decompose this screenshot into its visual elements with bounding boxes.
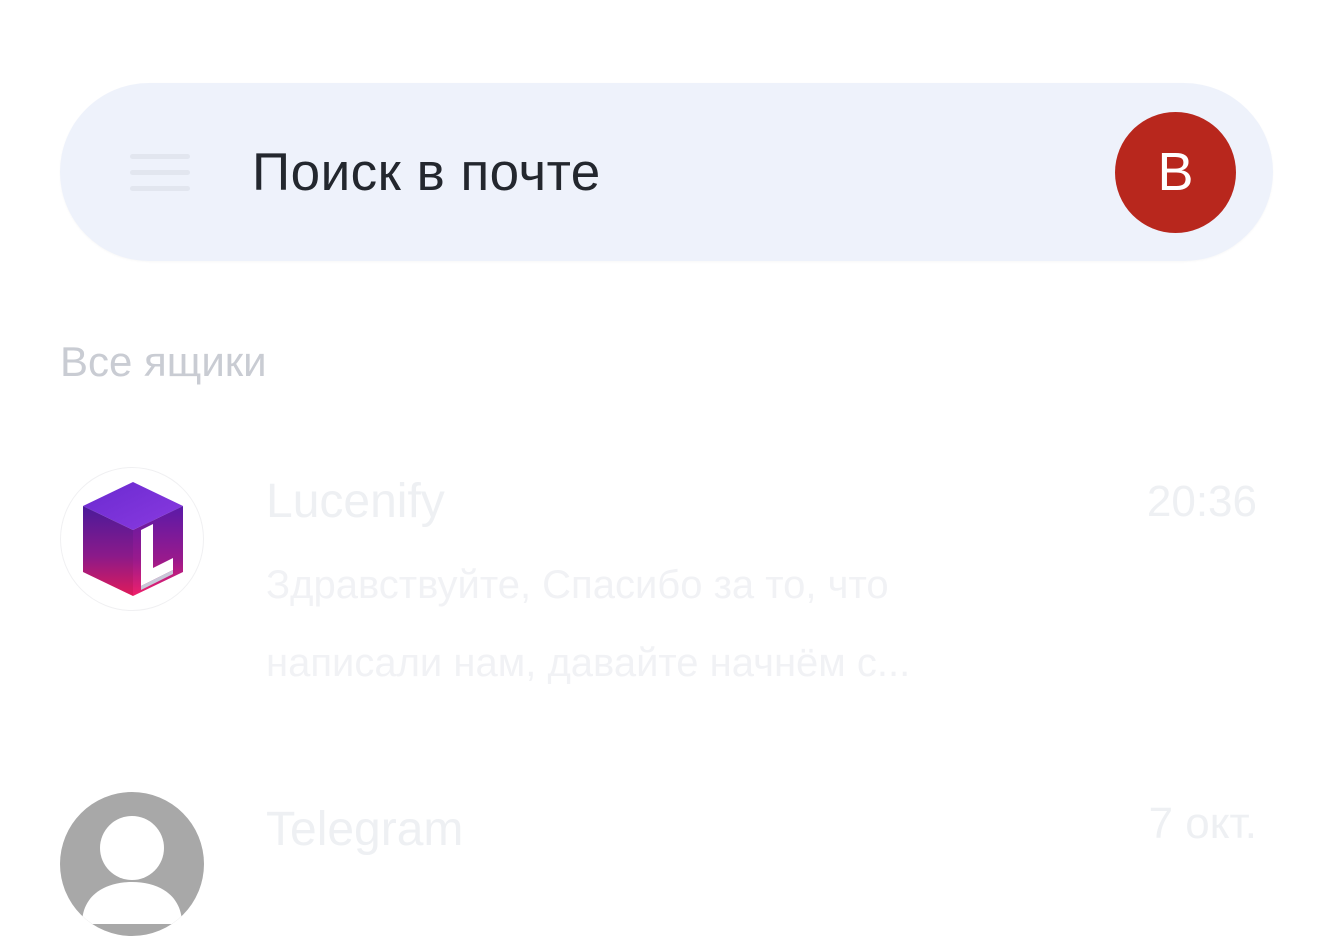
lucenify-cube-logo-icon: [83, 482, 183, 596]
message-time: 20:36: [1146, 477, 1257, 526]
hamburger-menu-icon[interactable]: [130, 152, 190, 194]
search-input[interactable]: Поиск в почте: [252, 140, 601, 206]
telegram-avatar: [60, 792, 204, 936]
message-snippet-line-1: Здравствуйте, Спасибо за то, что: [266, 563, 889, 607]
default-person-icon: [82, 816, 182, 924]
account-avatar[interactable]: В: [1115, 112, 1236, 233]
message-time: 7 окт.: [1148, 799, 1257, 848]
message-sender[interactable]: Telegram: [266, 800, 463, 860]
search-bar[interactable]: [60, 83, 1273, 261]
lucenify-avatar: [60, 467, 204, 611]
message-sender[interactable]: Lucenify: [266, 472, 445, 532]
message-snippet-line-2: написали нам, давайте начнём с...: [266, 641, 911, 685]
section-title: Все ящики: [60, 338, 267, 385]
